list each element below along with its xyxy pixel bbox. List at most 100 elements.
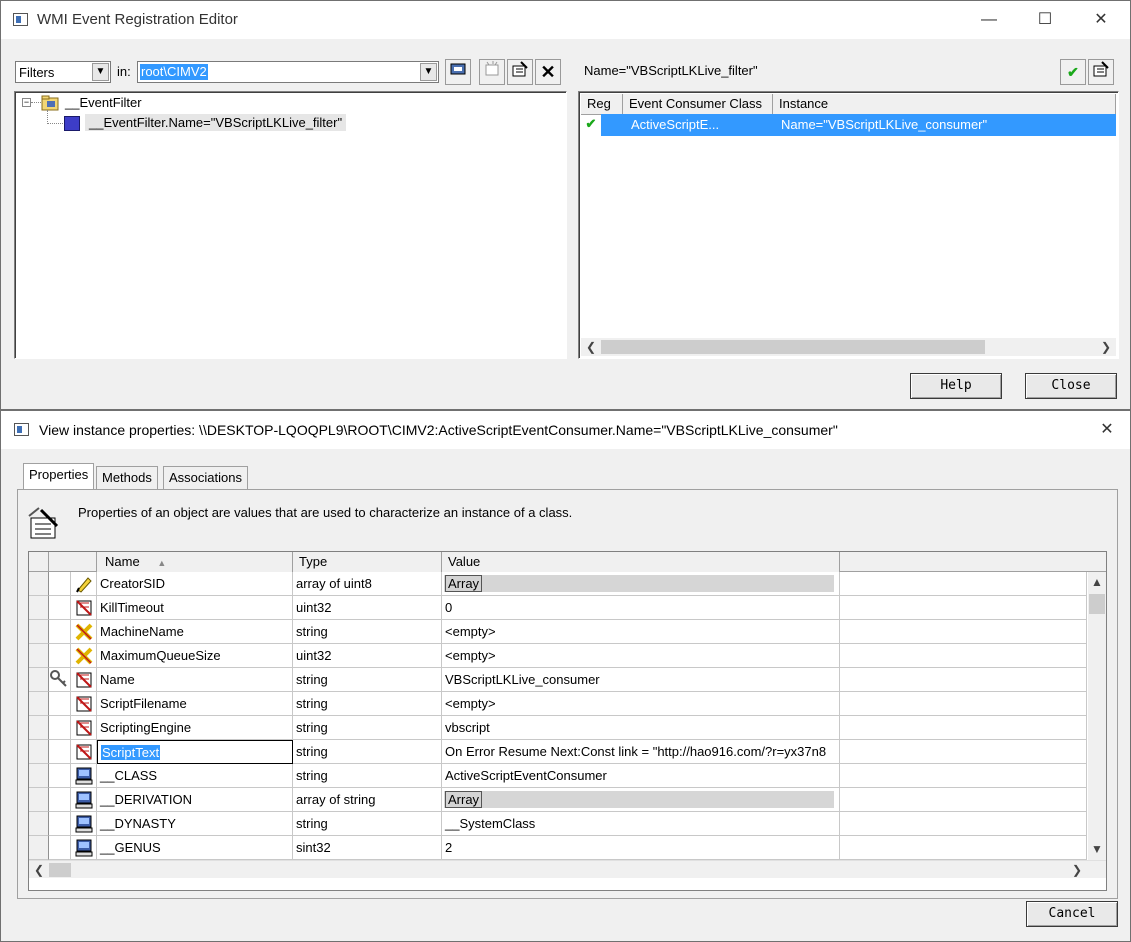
property-row[interactable]: __CLASS string ActiveScriptEventConsumer [29, 764, 1087, 788]
scroll-left-icon[interactable]: ❮ [583, 340, 599, 354]
property-name-cell[interactable]: __DERIVATION [97, 788, 293, 812]
collapse-icon[interactable]: − [22, 98, 31, 107]
property-value-cell[interactable]: __SystemClass [442, 812, 840, 836]
column-value[interactable]: Value [442, 552, 840, 573]
property-type: string [293, 716, 442, 740]
property-value-cell[interactable]: vbscript [442, 716, 840, 740]
array-button[interactable]: Array [445, 791, 483, 808]
horizontal-scrollbar[interactable]: ❮ ❯ [29, 860, 1106, 878]
row-selector[interactable] [29, 620, 49, 644]
consumers-list: Reg Event Consumer Class Instance ✔ Acti… [578, 91, 1119, 359]
tab-methods[interactable]: Methods [96, 466, 158, 490]
tab-associations[interactable]: Associations [163, 466, 248, 490]
property-value-cell[interactable]: <empty> [442, 620, 840, 644]
row-selector[interactable] [29, 788, 49, 812]
new-instance-button[interactable] [479, 59, 505, 85]
property-name-cell[interactable]: __DYNASTY [97, 812, 293, 836]
property-name-cell[interactable]: Name [97, 668, 293, 692]
property-name-cell[interactable]: ScriptingEngine [97, 716, 293, 740]
property-row[interactable]: KillTimeout uint32 0 [29, 596, 1087, 620]
property-value-cell[interactable]: On Error Resume Next:Const link = "http:… [442, 740, 840, 764]
property-row[interactable]: __DERIVATION array of string Array [29, 788, 1087, 812]
close-window-button[interactable]: ✕ [1084, 411, 1130, 449]
property-value-cell[interactable]: Array [442, 788, 840, 812]
filter-type-select[interactable]: Filters ▼ [15, 61, 111, 83]
property-row[interactable]: MaximumQueueSize uint32 <empty> [29, 644, 1087, 668]
property-value-cell[interactable]: <empty> [442, 692, 840, 716]
property-value: <empty> [445, 648, 496, 663]
scroll-left-icon[interactable]: ❮ [31, 863, 47, 877]
property-value-cell[interactable]: <empty> [442, 644, 840, 668]
row-selector[interactable] [29, 740, 49, 764]
tree-child-label[interactable]: __EventFilter.Name="VBScriptLKLive_filte… [85, 114, 347, 131]
tab-properties[interactable]: Properties [23, 463, 95, 490]
registered-check-icon[interactable]: ✔ [581, 114, 601, 136]
close-button[interactable]: Close [1025, 373, 1117, 399]
scroll-right-icon[interactable]: ❯ [1098, 340, 1114, 354]
property-value-cell[interactable]: VBScriptLKLive_consumer [442, 668, 840, 692]
column-name[interactable]: Name ▲ [97, 552, 293, 574]
title-bar: View instance properties: \\DESKTOP-LQOQ… [1, 411, 1130, 449]
property-row[interactable]: ScriptText string On Error Resume Next:Con… [29, 740, 1087, 764]
column-consumer-class[interactable]: Event Consumer Class [623, 94, 773, 115]
scroll-right-icon[interactable]: ❯ [1069, 863, 1085, 877]
column-instance[interactable]: Instance [773, 94, 1116, 115]
properties-button[interactable] [507, 59, 533, 85]
array-button[interactable]: Array [445, 575, 483, 592]
browse-namespace-button[interactable] [445, 59, 471, 85]
scrollbar-thumb[interactable] [601, 340, 985, 354]
help-button[interactable]: Help [910, 373, 1002, 399]
namespace-select[interactable]: root\CIMV2 ▼ [137, 61, 439, 83]
property-name-cell[interactable]: CreatorSID [97, 572, 293, 596]
property-name-cell[interactable]: ScriptText [97, 740, 293, 764]
vertical-scrollbar[interactable]: ▲ ▼ [1088, 572, 1106, 860]
column-type[interactable]: Type [293, 552, 442, 573]
scrollbar-thumb[interactable] [1089, 594, 1105, 614]
scroll-down-icon[interactable]: ▼ [1089, 842, 1105, 856]
property-row[interactable]: __GENUS sint32 2 [29, 836, 1087, 860]
property-name-cell[interactable]: MachineName [97, 620, 293, 644]
delete-button[interactable]: ✕ [535, 59, 561, 85]
scrollbar-thumb[interactable] [49, 863, 71, 877]
system-property-icon [71, 764, 97, 788]
property-row[interactable]: CreatorSID array of uint8 Array [29, 572, 1087, 596]
property-value-cell[interactable]: 2 [442, 836, 840, 860]
row-selector[interactable] [29, 812, 49, 836]
consumer-properties-button[interactable] [1088, 59, 1114, 85]
property-row[interactable]: Name string VBScriptLKLive_consumer [29, 668, 1087, 692]
row-selector[interactable] [29, 596, 49, 620]
row-selector[interactable] [29, 716, 49, 740]
chevron-down-icon[interactable]: ▼ [92, 63, 109, 81]
property-row[interactable]: MachineName string <empty> [29, 620, 1087, 644]
row-selector[interactable] [29, 692, 49, 716]
property-row[interactable]: ScriptingEngine string vbscript [29, 716, 1087, 740]
new-icon [485, 61, 499, 76]
tree-root-label[interactable]: __EventFilter [65, 95, 142, 110]
property-value-cell[interactable]: 0 [442, 596, 840, 620]
horizontal-scrollbar[interactable]: ❮ ❯ [581, 338, 1116, 356]
close-window-button[interactable]: ✕ [1078, 1, 1124, 39]
minimize-button[interactable]: — [966, 1, 1012, 39]
property-value-cell[interactable]: ActiveScriptEventConsumer [442, 764, 840, 788]
chevron-down-icon[interactable]: ▼ [420, 63, 437, 81]
consumer-row[interactable]: ActiveScriptE... Name="VBScriptLKLive_co… [601, 114, 1116, 136]
property-type: array of string [293, 788, 442, 812]
column-reg[interactable]: Reg [581, 94, 623, 115]
row-selector[interactable] [29, 644, 49, 668]
property-row[interactable]: ScriptFilename string <empty> [29, 692, 1087, 716]
cancel-button[interactable]: Cancel [1026, 901, 1118, 927]
property-row[interactable]: __DYNASTY string __SystemClass [29, 812, 1087, 836]
property-name-cell[interactable]: ScriptFilename [97, 692, 293, 716]
scroll-up-icon[interactable]: ▲ [1089, 575, 1105, 589]
maximize-button[interactable]: ☐ [1022, 1, 1068, 39]
row-selector[interactable] [29, 572, 49, 596]
property-name-cell[interactable]: __CLASS [97, 764, 293, 788]
property-name-cell[interactable]: KillTimeout [97, 596, 293, 620]
register-button[interactable]: ✔ [1060, 59, 1086, 85]
property-name-cell[interactable]: MaximumQueueSize [97, 644, 293, 668]
property-name-cell[interactable]: __GENUS [97, 836, 293, 860]
row-selector[interactable] [29, 668, 49, 692]
property-value-cell[interactable]: Array [442, 572, 840, 596]
row-selector[interactable] [29, 764, 49, 788]
row-selector[interactable] [29, 836, 49, 860]
